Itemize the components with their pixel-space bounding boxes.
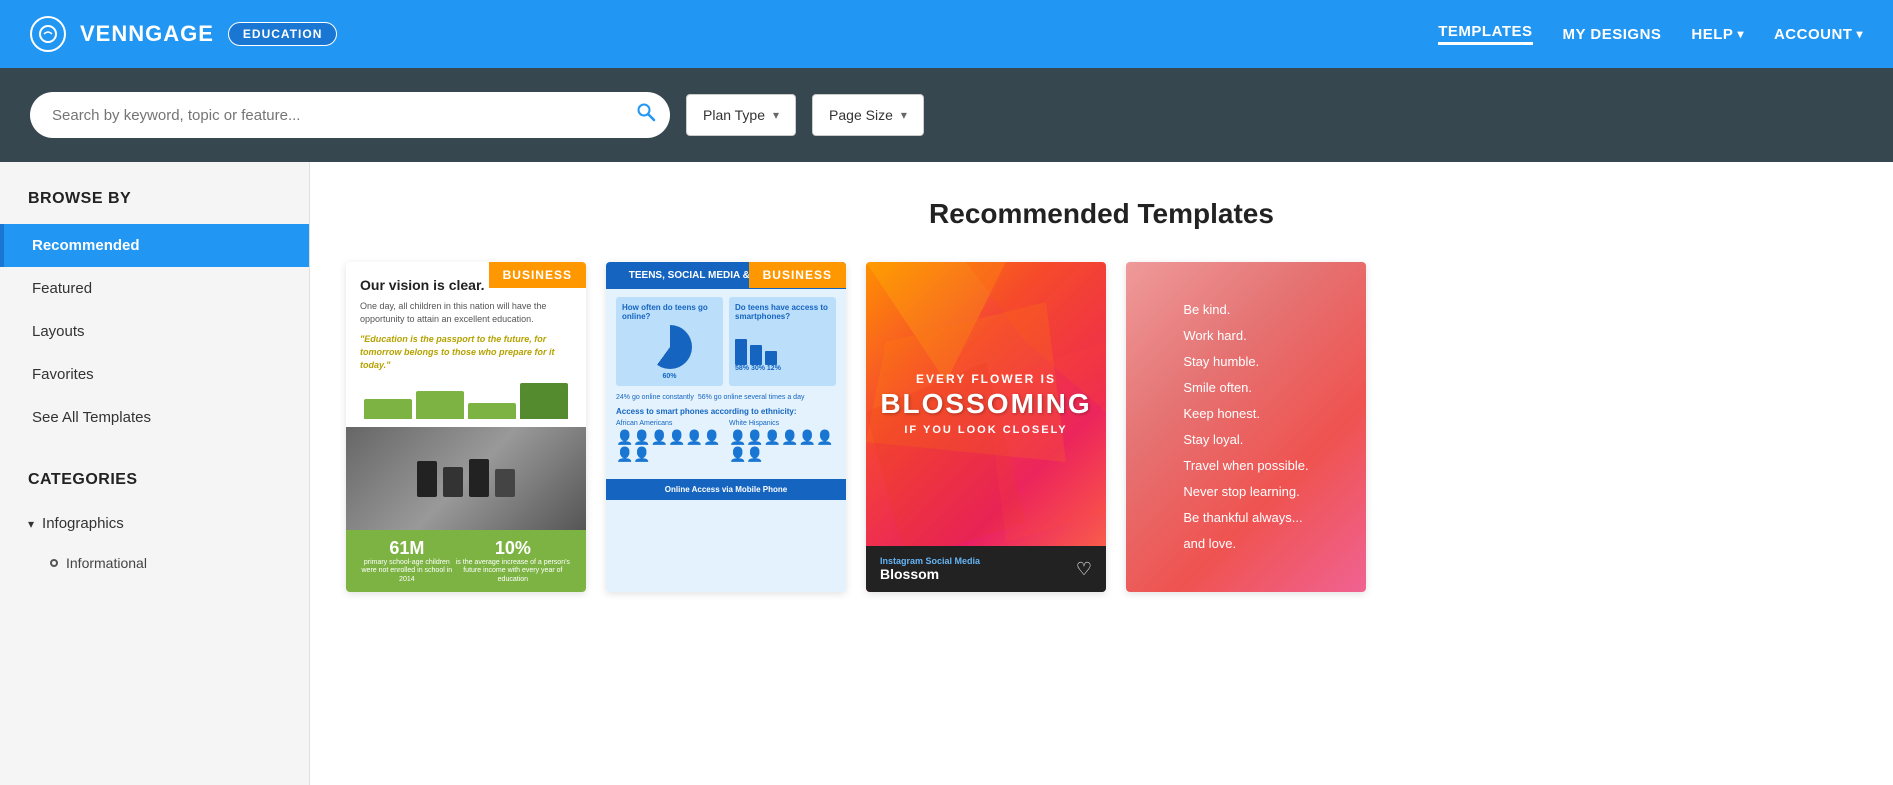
templates-grid: BUSINESS Our vision is clear. One day, a… [346,262,1857,592]
main-layout: BROWSE BY Recommended Featured Layouts F… [0,162,1893,785]
card3-every: EVERY FLOWER IS [916,372,1056,386]
template-card-2[interactable]: BUSINESS TEENS, SOCIAL MEDIA & TECHNOLOG… [606,262,846,592]
category-infographics[interactable]: ▾ Infographics [0,503,309,544]
search-area: Plan Type ▾ Page Size ▾ [0,68,1893,162]
nav-right: TEMPLATES MY DESIGNS HELP ▾ ACCOUNT ▾ [1438,23,1863,45]
card2-col2: Do teens have access to smartphones? 58%… [729,297,836,386]
card4-quote-text: Be kind. Work hard. Stay humble. Smile o… [1183,297,1308,557]
account-chevron-icon: ▾ [1856,27,1863,41]
edu-badge: EDUCATION [228,22,337,46]
card3-footer-label: Instagram Social Media [880,556,980,566]
card3-blossom: BLOSSOMING [880,390,1091,418]
nav-left: VENNGAGE EDUCATION [30,16,337,52]
plan-type-label: Plan Type [703,107,765,123]
card1-badge: BUSINESS [489,262,586,288]
search-button[interactable] [636,102,656,128]
categories-section: CATEGORIES ▾ Infographics Informational [0,457,309,582]
content-area: Recommended Templates BUSINESS Our visio… [310,162,1893,785]
plan-type-chevron-icon: ▾ [773,108,779,122]
sidebar-item-layouts[interactable]: Layouts [0,310,309,353]
card1-stat1-num: 61M [360,538,454,559]
card1-stat1: 61M primary school-age children were not… [360,538,454,584]
card2-body: TEENS, SOCIAL MEDIA & TECHNOLOGY How oft… [606,262,846,592]
search-wrapper [30,92,670,138]
bar-3 [468,403,516,419]
card3-footer-info: Instagram Social Media Blossom [880,556,980,582]
page-title: Recommended Templates [346,198,1857,230]
search-input[interactable] [30,92,670,138]
plan-type-filter[interactable]: Plan Type ▾ [686,94,796,136]
card1-stat2-num: 10% [454,538,572,559]
card4-body: Be kind. Work hard. Stay humble. Smile o… [1126,262,1366,592]
top-nav: VENNGAGE EDUCATION TEMPLATES MY DESIGNS … [0,0,1893,68]
card1-stat2: 10% is the average increase of a person'… [454,538,572,584]
browse-by-title: BROWSE BY [0,190,309,224]
page-size-chevron-icon: ▾ [901,108,907,122]
sidebar: BROWSE BY Recommended Featured Layouts F… [0,162,310,785]
bullet-icon [50,559,58,567]
heart-icon[interactable]: ♡ [1076,559,1092,580]
logo-icon [30,16,66,52]
card2-stats: 24% go online constantly 56% go online s… [616,394,836,401]
page-size-label: Page Size [829,107,893,123]
card3-text-area: EVERY FLOWER IS BLOSSOMING IF YOU LOOK C… [866,262,1106,546]
nav-account[interactable]: ACCOUNT ▾ [1774,26,1863,43]
categories-title: CATEGORIES [0,457,309,503]
subcategory-informational[interactable]: Informational [0,544,309,582]
sidebar-item-recommended[interactable]: Recommended [0,224,309,267]
card1-body: Our vision is clear. One day, all childr… [346,262,586,592]
infographics-chevron-icon: ▾ [28,517,34,531]
sidebar-item-featured[interactable]: Featured [0,267,309,310]
card1-subtext: One day, all children in this nation wil… [360,300,572,325]
template-card-1[interactable]: BUSINESS Our vision is clear. One day, a… [346,262,586,592]
card2-col2-title: Do teens have access to smartphones? [735,303,830,321]
card3-body: EVERY FLOWER IS BLOSSOMING IF YOU LOOK C… [866,262,1106,592]
bar-2 [416,391,464,419]
bar-4 [520,383,568,419]
card1-photo [346,427,586,530]
card1-bar-chart [360,379,572,419]
card1-stat2-label: is the average increase of a person's fu… [454,559,572,584]
card2-content: How often do teens go online? 60% Do tee… [606,289,846,479]
card2-people: Access to smart phones according to ethn… [616,407,836,463]
card1-photo-inner [346,427,586,530]
card2-col1: How often do teens go online? 60% [616,297,723,386]
nav-help[interactable]: HELP ▾ [1691,26,1744,43]
card2-row1: How often do teens go online? 60% Do tee… [616,297,836,386]
card3-subtitle: IF YOU LOOK CLOSELY [904,424,1067,436]
card3-footer: Instagram Social Media Blossom ♡ [866,546,1106,592]
card1-quote: "Education is the passport to the future… [360,333,572,371]
sidebar-item-favorites[interactable]: Favorites [0,353,309,396]
card1-stat1-label: primary school-age children were not enr… [360,559,454,584]
card2-bottom-label: Online Access via Mobile Phone [606,479,846,500]
card3-footer-title: Blossom [880,566,980,582]
page-size-filter[interactable]: Page Size ▾ [812,94,924,136]
sidebar-item-see-all[interactable]: See All Templates [0,396,309,439]
card2-col1-title: How often do teens go online? [622,303,717,321]
bar-1 [364,399,412,419]
template-card-3[interactable]: EVERY FLOWER IS BLOSSOMING IF YOU LOOK C… [866,262,1106,592]
nav-my-designs[interactable]: MY DESIGNS [1563,26,1662,43]
logo-text: VENNGAGE [80,21,214,47]
template-card-4[interactable]: Be kind. Work hard. Stay humble. Smile o… [1126,262,1366,592]
card1-bottom: 61M primary school-age children were not… [346,530,586,592]
nav-templates[interactable]: TEMPLATES [1438,23,1532,45]
help-chevron-icon: ▾ [1737,27,1744,41]
card2-badge: BUSINESS [749,262,846,288]
